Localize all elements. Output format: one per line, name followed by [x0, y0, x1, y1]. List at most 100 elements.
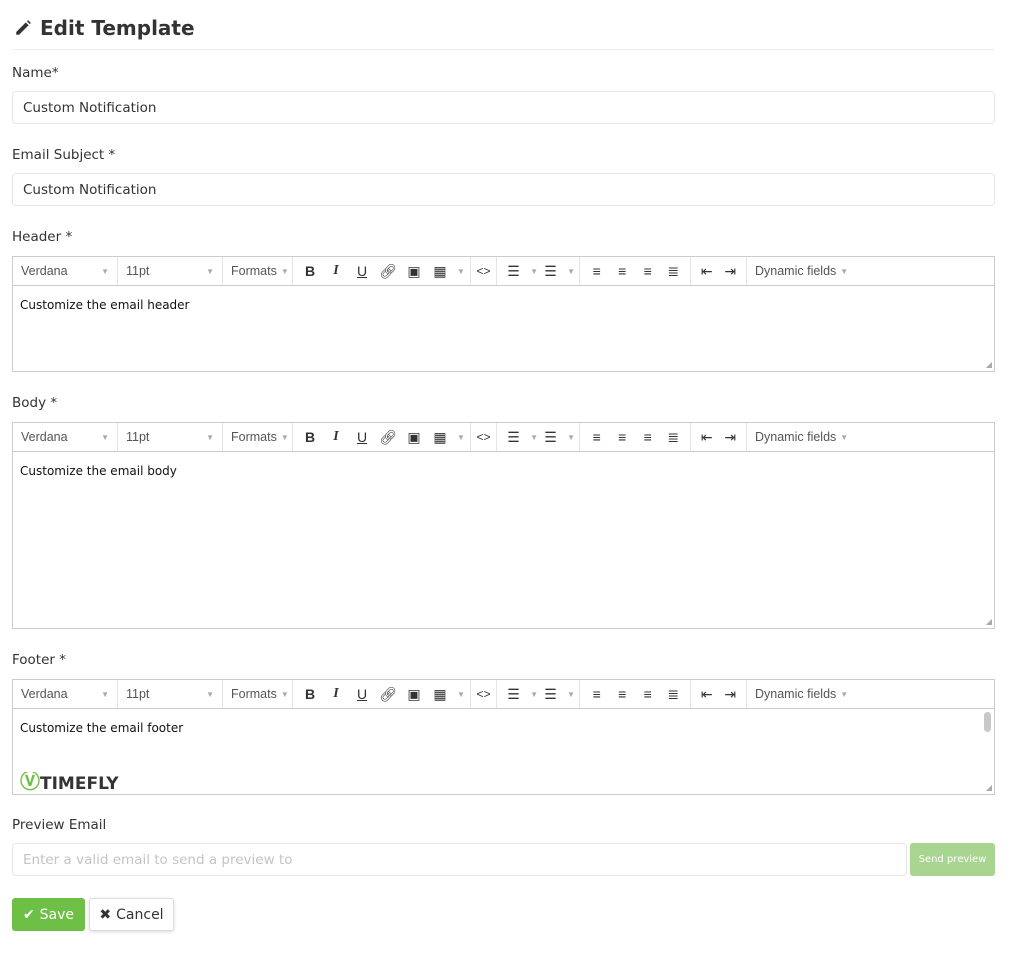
close-icon: ✖ [99, 906, 112, 923]
indent-icon[interactable]: ⇥ [719, 263, 743, 280]
formats-select[interactable]: Formats ▼ [223, 257, 293, 285]
subject-label: Email Subject * [12, 147, 116, 163]
font-size-select[interactable]: 11pt ▼ [118, 423, 223, 451]
editor-label: Footer * [12, 652, 66, 668]
font-family-select[interactable]: Verdana ▼ [13, 257, 118, 285]
table-icon[interactable]: ▦ [427, 429, 453, 446]
timely-logo: Ⓥ TIMEFLY [20, 772, 119, 794]
rich-text-editor: Verdana ▼ 11pt ▼ Formats ▼ B I U 🔗︎ ▣ ▦ ▼ <> ☰ ▼ ☰ ▼ ≡ ≡ ≡ ≣ ⇤… [12, 422, 995, 629]
numbered-list-icon[interactable]: ☰ [501, 263, 526, 280]
bullet-list-icon[interactable]: ☰ [538, 686, 563, 703]
image-icon[interactable]: ▣ [401, 686, 427, 703]
save-button[interactable]: ✔ Save [12, 898, 85, 931]
caret-down-icon: ▼ [567, 689, 575, 699]
editor-content[interactable]: Customize the email header ◢ [13, 286, 994, 371]
name-input[interactable]: Custom Notification [12, 91, 995, 124]
outdent-icon[interactable]: ⇤ [695, 263, 719, 280]
numbered-list-icon[interactable]: ☰ [501, 429, 526, 446]
font-size-select[interactable]: 11pt ▼ [118, 680, 223, 708]
editor-toolbar: Verdana ▼ 11pt ▼ Formats ▼ B I U 🔗︎ ▣ ▦ ▼ <> ☰ ▼ ☰ ▼ ≡ ≡ ≡ ≣ ⇤… [13, 423, 994, 452]
bullet-list-icon[interactable]: ☰ [538, 429, 563, 446]
rich-text-editor: Verdana ▼ 11pt ▼ Formats ▼ B I U 🔗︎ ▣ ▦ ▼ <> ☰ ▼ ☰ ▼ ≡ ≡ ≡ ≣ ⇤… [12, 256, 995, 372]
outdent-icon[interactable]: ⇤ [695, 429, 719, 446]
caret-down-icon: ▼ [206, 689, 214, 699]
code-button[interactable]: <> [471, 687, 496, 701]
send-preview-button[interactable]: Send preview [910, 843, 995, 876]
font-family-select[interactable]: Verdana ▼ [13, 680, 118, 708]
caret-down-icon: ▼ [206, 432, 214, 442]
bold-button[interactable]: B [297, 429, 323, 445]
numbered-list-icon[interactable]: ☰ [501, 686, 526, 703]
caret-down-icon: ▼ [280, 689, 289, 699]
caret-down-icon: ▼ [530, 689, 538, 699]
align-left-icon[interactable]: ≡ [584, 686, 610, 702]
align-center-icon[interactable]: ≡ [610, 429, 636, 445]
table-icon[interactable]: ▦ [427, 263, 453, 280]
editor-content[interactable]: Customize the email footer ◢ Ⓥ TIMEFLY [13, 709, 994, 794]
bold-button[interactable]: B [297, 263, 323, 279]
underline-button[interactable]: U [349, 429, 375, 445]
caret-down-icon: ▼ [530, 432, 538, 442]
editor-toolbar: Verdana ▼ 11pt ▼ Formats ▼ B I U 🔗︎ ▣ ▦ ▼ <> ☰ ▼ ☰ ▼ ≡ ≡ ≡ ≣ ⇤… [13, 257, 994, 286]
page-title: Edit Template [14, 16, 195, 40]
caret-down-icon: ▼ [567, 266, 575, 276]
caret-down-icon: ▼ [457, 432, 465, 442]
align-right-icon[interactable]: ≡ [635, 429, 661, 445]
subject-input[interactable]: Custom Notification [12, 173, 995, 206]
dynamic-fields-select[interactable]: Dynamic fields ▼ [747, 423, 856, 451]
editor-content[interactable]: Customize the email body ◢ [13, 452, 994, 628]
formats-select[interactable]: Formats ▼ [223, 423, 293, 451]
indent-icon[interactable]: ⇥ [719, 429, 743, 446]
align-right-icon[interactable]: ≡ [635, 263, 661, 279]
resize-handle[interactable]: ◢ [986, 783, 992, 792]
preview-label: Preview Email [12, 817, 107, 833]
align-justify-icon[interactable]: ≣ [661, 686, 687, 703]
code-button[interactable]: <> [471, 430, 496, 444]
code-button[interactable]: <> [471, 264, 496, 278]
indent-icon[interactable]: ⇥ [719, 686, 743, 703]
dynamic-fields-select[interactable]: Dynamic fields ▼ [747, 257, 856, 285]
name-label: Name* [12, 65, 59, 81]
resize-handle[interactable]: ◢ [986, 617, 992, 626]
scrollbar[interactable] [984, 712, 991, 732]
divider [12, 49, 995, 50]
font-size-select[interactable]: 11pt ▼ [118, 257, 223, 285]
caret-down-icon: ▼ [567, 432, 575, 442]
outdent-icon[interactable]: ⇤ [695, 686, 719, 703]
align-left-icon[interactable]: ≡ [584, 263, 610, 279]
check-icon: ✔ [22, 906, 35, 923]
caret-down-icon: ▼ [280, 266, 289, 276]
caret-down-icon: ▼ [101, 689, 109, 699]
align-left-icon[interactable]: ≡ [584, 429, 610, 445]
link-icon[interactable]: 🔗︎ [375, 686, 401, 703]
caret-down-icon: ▼ [840, 266, 849, 276]
caret-down-icon: ▼ [101, 266, 109, 276]
italic-button[interactable]: I [323, 686, 349, 702]
formats-select[interactable]: Formats ▼ [223, 680, 293, 708]
dynamic-fields-select[interactable]: Dynamic fields ▼ [747, 680, 856, 708]
align-justify-icon[interactable]: ≣ [661, 429, 687, 446]
image-icon[interactable]: ▣ [401, 429, 427, 446]
italic-button[interactable]: I [323, 263, 349, 279]
bullet-list-icon[interactable]: ☰ [538, 263, 563, 280]
resize-handle[interactable]: ◢ [986, 360, 992, 369]
link-icon[interactable]: 🔗︎ [375, 263, 401, 280]
underline-button[interactable]: U [349, 686, 375, 702]
bold-button[interactable]: B [297, 686, 323, 702]
underline-button[interactable]: U [349, 263, 375, 279]
pencil-icon [16, 20, 31, 35]
font-family-select[interactable]: Verdana ▼ [13, 423, 118, 451]
preview-email-input[interactable]: Enter a valid email to send a preview to [12, 843, 907, 876]
caret-down-icon: ▼ [206, 266, 214, 276]
editor-label: Body * [12, 395, 58, 411]
cancel-button[interactable]: ✖ Cancel [89, 898, 174, 931]
image-icon[interactable]: ▣ [401, 263, 427, 280]
italic-button[interactable]: I [323, 429, 349, 445]
align-justify-icon[interactable]: ≣ [661, 263, 687, 280]
table-icon[interactable]: ▦ [427, 686, 453, 703]
caret-down-icon: ▼ [101, 432, 109, 442]
align-center-icon[interactable]: ≡ [610, 686, 636, 702]
link-icon[interactable]: 🔗︎ [375, 429, 401, 446]
align-right-icon[interactable]: ≡ [635, 686, 661, 702]
align-center-icon[interactable]: ≡ [610, 263, 636, 279]
